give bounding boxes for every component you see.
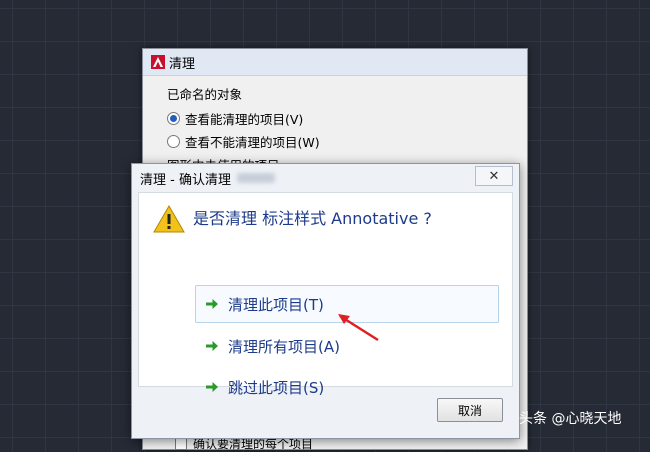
warning-icon	[153, 205, 185, 233]
radio-view-nonpurgeable-label: 查看不能清理的项目(W)	[185, 135, 320, 150]
confirm-dialog-content: 是否清理 标注样式 Annotative ? 清理此项目(T) 清理所有项目(A…	[138, 192, 513, 397]
close-button[interactable]: ✕	[475, 166, 513, 186]
radio-view-purgeable[interactable]: 查看能清理的项目(V)	[167, 109, 527, 128]
confirm-dialog-footer: 取消	[132, 386, 519, 438]
confirm-dialog-titlebar: 清理 - 确认清理 ✕	[132, 164, 519, 192]
cancel-button[interactable]: 取消	[437, 398, 503, 422]
red-annotation-arrow-icon	[338, 314, 379, 342]
close-icon: ✕	[488, 168, 500, 184]
purge-dialog-title: 清理	[169, 56, 196, 72]
purge-question: 是否清理 标注样式 Annotative ?	[193, 209, 432, 228]
purge-dialog-titlebar: 清理	[143, 49, 527, 76]
radio-view-nonpurgeable[interactable]: 查看不能清理的项目(W)	[167, 132, 527, 151]
green-arrow-icon	[206, 299, 218, 309]
confirm-dialog-title: 清理 - 确认清理	[140, 172, 231, 188]
watermark: 头条 @心晓天地	[519, 411, 622, 427]
purge-this-item-label: 清理此项目(T)	[228, 295, 324, 314]
autocad-app-icon	[151, 55, 165, 69]
radio-view-purgeable-label: 查看能清理的项目(V)	[185, 112, 304, 127]
radio-button[interactable]	[167, 135, 180, 148]
blurred-text	[236, 173, 275, 183]
confirm-each-checkbox[interactable]	[175, 437, 187, 450]
green-arrow-icon	[206, 341, 218, 351]
purge-all-items-label: 清理所有项目(A)	[228, 337, 340, 356]
radio-button-checked[interactable]	[167, 112, 180, 125]
named-objects-label: 已命名的对象	[167, 87, 243, 102]
confirm-purge-dialog: 清理 - 确认清理 ✕ 是否清理 标注样式 Annotative ? 清理此项目…	[131, 163, 520, 439]
